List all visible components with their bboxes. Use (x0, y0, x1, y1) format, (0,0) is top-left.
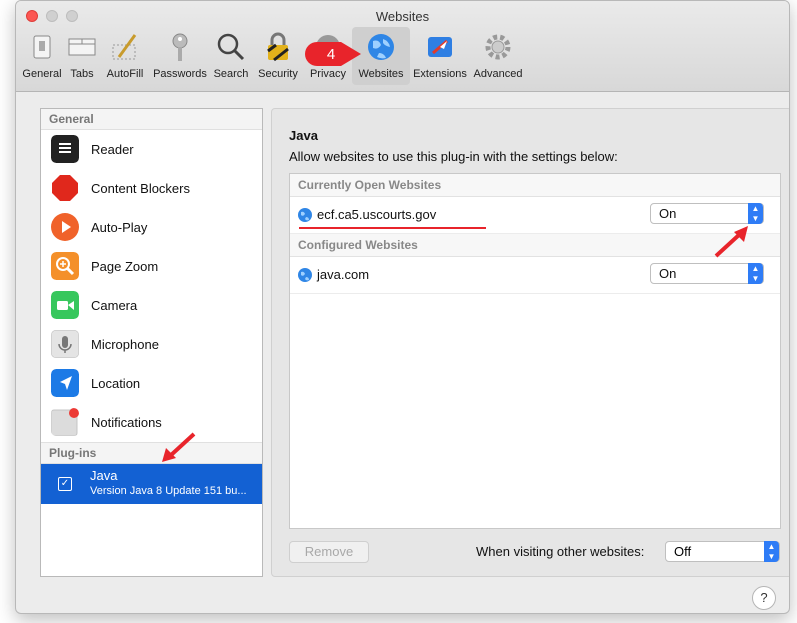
plugin-settings-panel: Java Allow websites to use this plug-in … (271, 108, 789, 577)
sidebar-item-notifications[interactable]: Notifications (41, 403, 262, 442)
reader-icon (51, 135, 79, 163)
other-websites-select[interactable]: Off ▲ ▼ (665, 541, 780, 562)
tabs-icon (68, 38, 96, 56)
select-value: Off (674, 544, 692, 559)
magnifier-icon (217, 33, 245, 61)
tab-label: Search (213, 68, 249, 80)
sidebar-item-label: Notifications (91, 415, 162, 430)
location-icon (51, 369, 79, 397)
title-bar: Websites General Tabs AutoFill Passwords… (16, 1, 789, 92)
sidebar-item-microphone[interactable]: Microphone (41, 325, 262, 364)
select-arrows-icon: ▲ ▼ (748, 263, 763, 284)
notification-icon (51, 408, 79, 436)
preferences-window: Websites General Tabs AutoFill Passwords… (15, 0, 790, 614)
tab-search[interactable]: Search (210, 27, 252, 85)
play-icon (51, 213, 79, 241)
sidebar-item-camera[interactable]: Camera (41, 286, 262, 325)
sidebar-item-location[interactable]: Location (41, 364, 262, 403)
sidebar-item-label: Camera (91, 298, 138, 313)
tab-extensions[interactable]: Extensions (410, 27, 470, 85)
tab-label: Security (258, 68, 298, 80)
tab-passwords[interactable]: Passwords (150, 27, 210, 85)
tab-label: Privacy (309, 68, 347, 80)
select-value: On (659, 266, 677, 281)
annotation-underline (299, 227, 486, 229)
table-row[interactable]: java.com On ▲ ▼ (290, 257, 780, 294)
sidebar: General Reader Content Blockers Auto-Pla… (40, 108, 263, 577)
currently-open-heading: Currently Open Websites (290, 174, 780, 197)
sidebar-item-label: Location (91, 376, 141, 391)
sidebar-item-page-zoom[interactable]: Page Zoom (41, 247, 262, 286)
puzzle-icon (428, 37, 452, 57)
sidebar-item-content-blockers[interactable]: Content Blockers (41, 169, 262, 208)
sidebar-item-java-plugin[interactable]: ✓ Java Version Java 8 Update 151 bu... (41, 464, 262, 504)
tab-general[interactable]: General (20, 27, 64, 85)
tab-label: Extensions (413, 68, 467, 80)
plugin-description: Allow websites to use this plug-in with … (289, 149, 618, 164)
window-title: Websites (375, 9, 430, 24)
select-value: On (659, 206, 677, 221)
sidebar-item-label: Content Blockers (91, 181, 190, 196)
general-switch-icon (33, 35, 51, 59)
tab-label: Tabs (70, 68, 94, 80)
plugin-name: Java (90, 468, 118, 483)
site-name: java.com (317, 267, 370, 282)
sidebar-item-auto-play[interactable]: Auto-Play (41, 208, 262, 247)
select-arrows-icon: ▲ ▼ (748, 203, 763, 224)
sidebar-item-label: Reader (91, 142, 134, 157)
site-name: ecf.ca5.uscourts.gov (317, 207, 437, 222)
annotation-arrow-icon (714, 226, 748, 258)
globe-icon (368, 34, 394, 60)
plugin-version: Version Java 8 Update 151 bu... (90, 485, 247, 497)
tab-tabs[interactable]: Tabs (64, 27, 100, 85)
tab-security[interactable]: Security (252, 27, 304, 85)
sidebar-section-plugins: Plug-ins (41, 442, 262, 464)
visiting-other-websites-label: When visiting other websites: (476, 544, 645, 559)
step-number: 4 (327, 46, 335, 63)
websites-table: Currently Open Websites ecf.ca5.uscourts… (289, 173, 781, 529)
globe-icon (298, 268, 312, 282)
sidebar-item-label: Page Zoom (91, 259, 159, 274)
step-badge-icon: 4 (305, 42, 361, 66)
site-setting-select[interactable]: On ▲ ▼ (650, 263, 764, 284)
annotation-arrow-icon (162, 432, 196, 462)
camera-icon (51, 291, 79, 319)
pencil-form-icon (112, 34, 137, 60)
plugin-heading: Java (289, 128, 318, 143)
sidebar-item-label: Microphone (91, 337, 159, 352)
zoom-icon (51, 252, 79, 280)
sidebar-item-label: Auto-Play (91, 220, 148, 235)
tab-label: General (22, 68, 62, 80)
help-button[interactable]: ? (752, 586, 776, 610)
tab-label: Websites (358, 68, 404, 80)
tab-advanced[interactable]: Advanced (470, 27, 526, 85)
globe-icon (298, 208, 312, 222)
padlock-icon (267, 32, 289, 62)
configured-websites-heading: Configured Websites (290, 234, 780, 257)
table-row[interactable]: ecf.ca5.uscourts.gov On ▲ ▼ (290, 197, 780, 234)
tab-autofill[interactable]: AutoFill (100, 27, 150, 85)
java-enabled-checkbox[interactable]: ✓ (58, 477, 72, 491)
microphone-icon (51, 330, 79, 358)
tab-label: Passwords (153, 68, 207, 80)
select-arrows-icon: ▲ ▼ (764, 541, 779, 562)
sidebar-section-general: General (41, 109, 262, 130)
sidebar-item-reader[interactable]: Reader (41, 130, 262, 169)
stop-icon (52, 175, 78, 201)
tab-label: AutoFill (106, 68, 144, 80)
site-setting-select[interactable]: On ▲ ▼ (650, 203, 764, 224)
remove-button[interactable]: Remove (289, 541, 369, 563)
key-icon (172, 33, 188, 61)
tab-label: Advanced (473, 68, 523, 80)
gear-icon (485, 34, 511, 60)
